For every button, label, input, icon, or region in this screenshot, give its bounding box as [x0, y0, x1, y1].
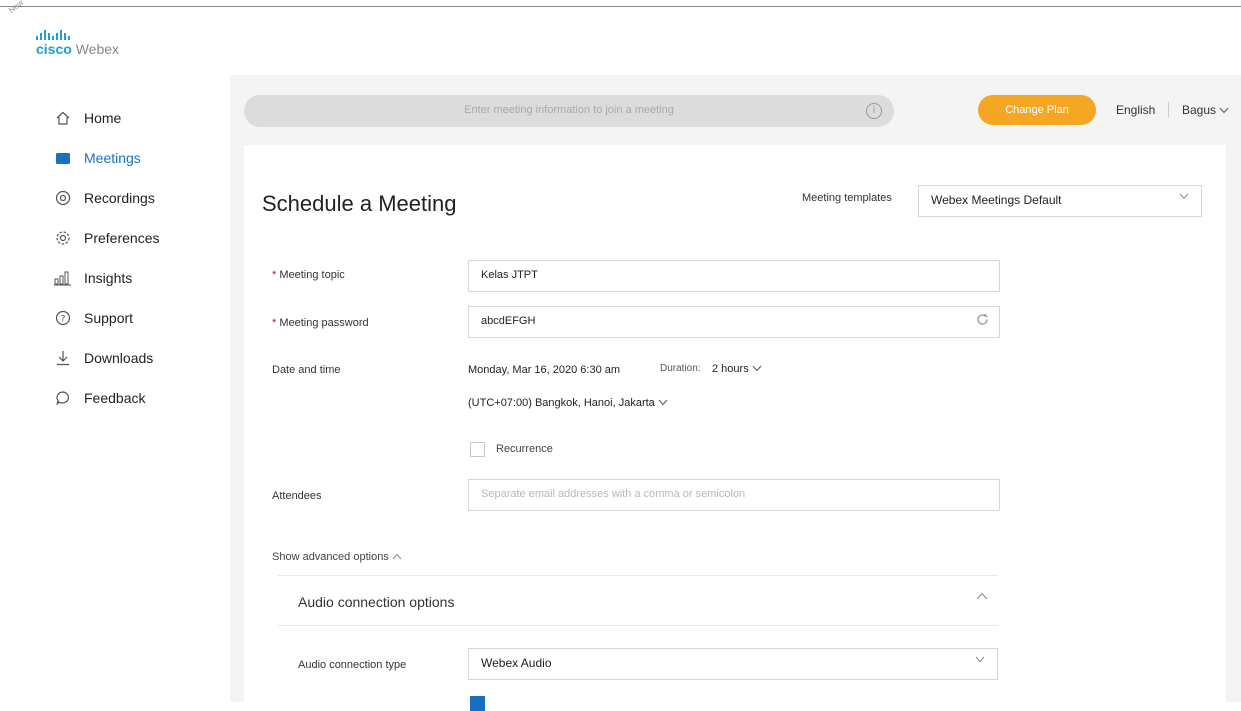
corner-ribbon: New: [6, 0, 26, 16]
topic-value: Kelas JTPT: [481, 269, 538, 281]
chevron-down-icon: [752, 363, 762, 375]
chevron-up-icon: [392, 551, 402, 563]
cisco-wordmark: cisco: [36, 41, 72, 57]
chevron-up-icon: [976, 591, 988, 603]
duration-value: 2 hours: [712, 363, 749, 375]
advanced-options-label: Show advanced options: [272, 551, 389, 563]
sidebar-item-label: Insights: [84, 270, 133, 286]
recurrence-label: Recurrence: [496, 443, 553, 455]
duration-label: Duration:: [660, 363, 701, 374]
audio-option-checkbox[interactable]: [470, 696, 485, 711]
sidebar-item-label: Home: [84, 110, 122, 126]
cisco-bars-icon: [36, 30, 119, 40]
sidebar-item-support[interactable]: ? Support: [34, 298, 230, 338]
sidebar-item-preferences[interactable]: Preferences: [34, 218, 230, 258]
download-icon: [54, 349, 72, 367]
user-menu[interactable]: Bagus: [1182, 103, 1229, 117]
password-value: abcdEFGH: [481, 315, 536, 327]
sidebar-item-meetings[interactable]: Meetings: [34, 138, 230, 178]
search-placeholder: Enter meeting information to join a meet…: [464, 104, 674, 116]
topic-input[interactable]: Kelas JTPT: [468, 260, 1000, 292]
top-border: [0, 6, 1241, 7]
feedback-icon: [54, 389, 72, 407]
password-label: * Meeting password: [272, 317, 369, 329]
sidebar-item-label: Meetings: [84, 150, 141, 166]
help-icon: ?: [54, 309, 72, 327]
page-title: Schedule a Meeting: [262, 191, 457, 216]
duration-select[interactable]: 2 hours: [712, 363, 762, 375]
timezone-value: (UTC+07:00) Bangkok, Hanoi, Jakarta: [468, 397, 655, 409]
chevron-down-icon: [975, 655, 985, 666]
chevron-down-icon: [1179, 192, 1189, 203]
audio-type-select[interactable]: Webex Audio: [468, 648, 998, 680]
templates-label: Meeting templates: [802, 192, 892, 204]
info-icon[interactable]: i: [866, 103, 882, 119]
calendar-icon: [54, 149, 72, 167]
sidebar: Home Meetings Recordings Preferences Ins…: [34, 98, 230, 418]
sidebar-item-feedback[interactable]: Feedback: [34, 378, 230, 418]
svg-text:?: ?: [61, 315, 66, 325]
audio-type-value: Webex Audio: [481, 656, 552, 670]
section-divider: [278, 625, 998, 626]
datetime-value[interactable]: Monday, Mar 16, 2020 6:30 am: [468, 364, 620, 376]
change-plan-button[interactable]: Change Plan: [978, 95, 1096, 125]
collapse-audio-section[interactable]: [976, 591, 988, 603]
sidebar-item-label: Preferences: [84, 230, 160, 246]
section-divider: [278, 575, 998, 576]
schedule-form: Schedule a Meeting Meeting templates Web…: [244, 145, 1226, 711]
sidebar-item-downloads[interactable]: Downloads: [34, 338, 230, 378]
chevron-down-icon: [1219, 103, 1229, 117]
audio-section-title: Audio connection options: [298, 594, 455, 610]
attendees-label: Attendees: [272, 490, 322, 502]
sidebar-item-label: Downloads: [84, 350, 154, 366]
language-selector[interactable]: English: [1116, 103, 1155, 117]
templates-value: Webex Meetings Default: [931, 193, 1062, 207]
home-icon: [54, 109, 72, 127]
sidebar-item-home[interactable]: Home: [34, 98, 230, 138]
sidebar-item-recordings[interactable]: Recordings: [34, 178, 230, 218]
main-content: Enter meeting information to join a meet…: [230, 75, 1241, 711]
timezone-select[interactable]: (UTC+07:00) Bangkok, Hanoi, Jakarta: [468, 397, 668, 409]
attendees-placeholder: Separate email addresses with a comma or…: [481, 488, 746, 500]
webex-wordmark: Webex: [75, 41, 120, 57]
user-name: Bagus: [1182, 103, 1217, 117]
recurrence-checkbox[interactable]: [470, 442, 485, 457]
datetime-label: Date and time: [272, 364, 341, 376]
templates-select[interactable]: Webex Meetings Default: [918, 185, 1202, 217]
chevron-down-icon: [658, 397, 668, 409]
topbar-divider: [1168, 102, 1169, 118]
cisco-webex-logo[interactable]: cisco Webex: [36, 30, 119, 57]
insights-icon: [54, 269, 72, 287]
recordings-icon: [54, 189, 72, 207]
refresh-icon[interactable]: [976, 313, 989, 329]
sidebar-item-label: Feedback: [84, 390, 146, 406]
join-meeting-search[interactable]: Enter meeting information to join a meet…: [244, 95, 894, 127]
sidebar-item-label: Recordings: [84, 190, 155, 206]
topic-label: * Meeting topic: [272, 269, 345, 281]
attendees-input[interactable]: Separate email addresses with a comma or…: [468, 479, 1000, 511]
sidebar-item-insights[interactable]: Insights: [34, 258, 230, 298]
sidebar-item-label: Support: [84, 310, 134, 326]
audio-type-label: Audio connection type: [298, 659, 407, 671]
advanced-options-toggle[interactable]: Show advanced options: [272, 551, 402, 563]
password-input[interactable]: abcdEFGH: [468, 306, 1000, 338]
gear-icon: [54, 229, 72, 247]
